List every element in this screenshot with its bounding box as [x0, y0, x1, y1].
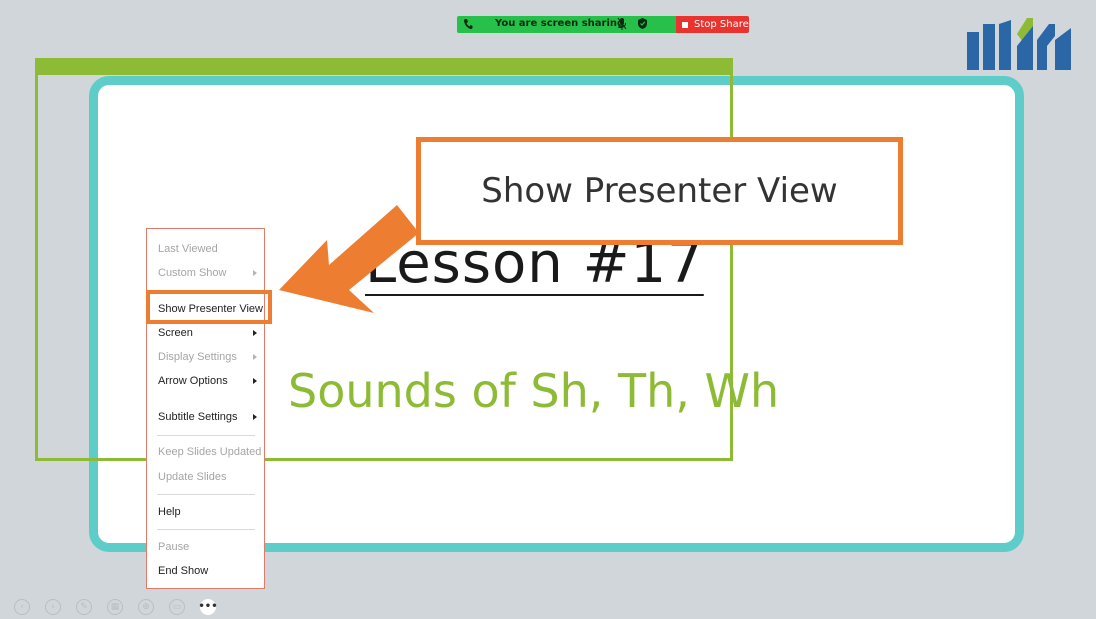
microphone-off-icon[interactable]: [617, 17, 627, 34]
slideshow-toolbar: ‹ › ✎ ▦ ⊕ ▭ •••: [14, 599, 218, 615]
menu-item-label: Subtitle Settings: [158, 411, 238, 423]
menu-separator: [157, 529, 255, 530]
menu-item-highlight-box: [146, 290, 272, 324]
menu-item-label: Help: [158, 506, 181, 518]
stop-share-label: Stop Share: [694, 19, 749, 30]
next-icon[interactable]: ›: [45, 599, 61, 615]
menu-item-custom-show[interactable]: Custom Show: [158, 267, 257, 279]
submenu-arrow-icon: [253, 330, 257, 336]
phone-icon: [463, 18, 473, 33]
menu-item-pause[interactable]: Pause: [158, 541, 189, 553]
stop-icon: [682, 21, 688, 28]
menu-item-screen[interactable]: Screen: [158, 327, 257, 339]
callout-box: Show Presenter View: [416, 137, 903, 245]
menu-item-keep-slides-updated[interactable]: Keep Slides Updated: [158, 446, 261, 458]
previous-icon[interactable]: ‹: [14, 599, 30, 615]
pen-icon[interactable]: ✎: [76, 599, 92, 615]
menu-separator: [157, 435, 255, 436]
slideshow-context-menu: Last Viewed Custom Show Show Presenter V…: [146, 228, 265, 589]
menu-item-label: Display Settings: [158, 351, 237, 363]
menu-item-subtitle-settings[interactable]: Subtitle Settings: [158, 411, 257, 423]
submenu-arrow-icon: [253, 354, 257, 360]
slides-grid-icon[interactable]: ▦: [107, 599, 123, 615]
share-status-text: You are screen sharing: [495, 18, 625, 29]
zoom-icon[interactable]: ⊕: [138, 599, 154, 615]
menu-item-label: End Show: [158, 565, 209, 577]
menu-item-last-viewed[interactable]: Last Viewed: [158, 243, 218, 255]
menu-item-label: Keep Slides Updated: [158, 446, 262, 458]
green-annotation-bar: [35, 58, 733, 75]
logo-icon: [967, 18, 1071, 70]
menu-separator: [157, 494, 255, 495]
submenu-arrow-icon: [253, 378, 257, 384]
menu-item-display-settings[interactable]: Display Settings: [158, 351, 257, 363]
menu-item-label: Custom Show: [158, 267, 227, 279]
submenu-arrow-icon: [253, 270, 257, 276]
subtitles-icon[interactable]: ▭: [169, 599, 185, 615]
menu-item-label: Pause: [158, 541, 190, 553]
shield-icon[interactable]: [637, 17, 648, 33]
callout-text: Show Presenter View: [481, 171, 838, 211]
more-options-icon[interactable]: •••: [198, 599, 218, 615]
menu-item-arrow-options[interactable]: Arrow Options: [158, 375, 257, 387]
share-status-panel: You are screen sharing: [457, 16, 676, 33]
submenu-arrow-icon: [253, 414, 257, 420]
menu-item-update-slides[interactable]: Update Slides: [158, 471, 227, 483]
stop-share-button[interactable]: Stop Share: [676, 16, 749, 33]
screen-share-bar: You are screen sharing Stop Share: [457, 16, 749, 33]
callout-arrow-icon: [279, 205, 419, 313]
menu-item-label: Update Slides: [158, 471, 227, 483]
menu-item-end-show[interactable]: End Show: [158, 565, 208, 577]
menu-item-label: Last Viewed: [158, 243, 218, 255]
menu-item-label: Arrow Options: [158, 375, 228, 387]
menu-item-help[interactable]: Help: [158, 506, 181, 518]
menu-item-label: Screen: [158, 327, 193, 339]
